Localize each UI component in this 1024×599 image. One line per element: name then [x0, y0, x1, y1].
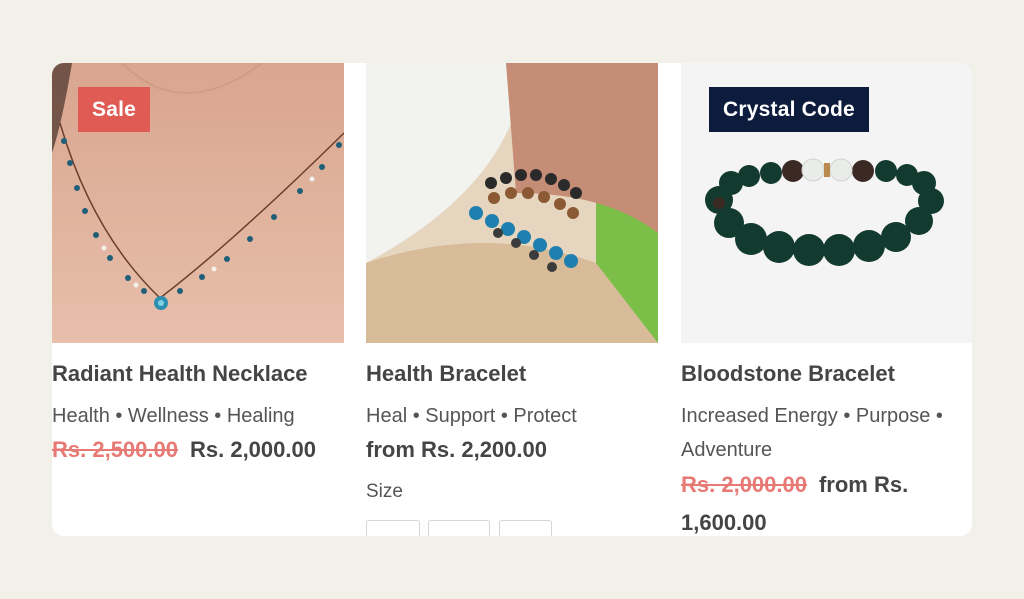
sale-badge: Sale	[78, 87, 150, 132]
product-price: Rs. 2,500.00 Rs. 2,000.00	[52, 431, 342, 469]
product-grid: Sale Radiant Health Necklace Health • We…	[52, 63, 972, 536]
product-tags: Increased Energy • Purpose • Adventure	[681, 405, 943, 461]
product-tags: Heal • Support • Protect	[366, 405, 577, 427]
original-price: Rs. 2,500.00	[52, 437, 178, 462]
size-option-button[interactable]	[366, 520, 420, 536]
product-title[interactable]: Health Bracelet	[366, 361, 526, 387]
product-title[interactable]: Bloodstone Bracelet	[681, 361, 895, 387]
product-card-health-bracelet[interactable]: Health Bracelet Heal • Support • Protect…	[366, 63, 658, 536]
original-price: Rs. 2,000.00	[681, 472, 807, 497]
crystal-code-badge: Crystal Code	[709, 87, 869, 132]
product-tags: Health • Wellness • Healing	[52, 405, 295, 427]
product-price: Rs. 2,000.00 from Rs. 1,600.00	[681, 466, 971, 536]
product-image-bracelet[interactable]	[366, 63, 658, 343]
bracelet-photo	[366, 63, 658, 343]
size-option-button[interactable]	[499, 520, 552, 536]
sale-price: Rs. 2,000.00	[189, 437, 316, 462]
product-card-bloodstone-bracelet[interactable]: Crystal Code Bloodstone Bracelet Increas…	[681, 63, 972, 536]
product-price: from Rs. 2,200.00	[366, 437, 547, 462]
product-card-radiant-health-necklace[interactable]: Sale Radiant Health Necklace Health • We…	[52, 63, 344, 536]
size-label: Size	[366, 481, 403, 502]
size-option-button[interactable]	[428, 520, 490, 536]
product-title[interactable]: Radiant Health Necklace	[52, 361, 308, 387]
